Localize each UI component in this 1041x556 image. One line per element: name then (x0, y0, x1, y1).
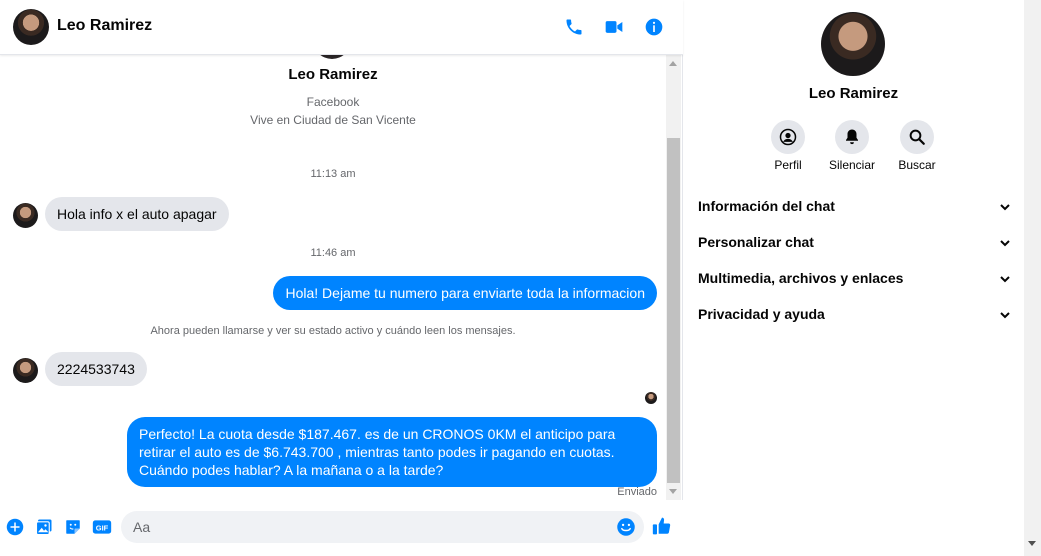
chat-header: Leo Ramirez (0, 0, 683, 55)
emoji-icon[interactable] (616, 517, 636, 537)
contact-avatar-large[interactable] (821, 12, 885, 76)
image-icon[interactable] (34, 517, 54, 537)
contact-name[interactable]: Leo Ramirez (57, 17, 152, 35)
scroll-up-arrow[interactable] (669, 61, 677, 66)
info-icon[interactable] (642, 15, 666, 39)
profile-location: Vive en Ciudad de San Vicente (250, 113, 416, 127)
section-customize-chat[interactable]: Personalizar chat (698, 230, 1011, 254)
delivery-status: Enviado (617, 486, 657, 498)
search-label: Buscar (898, 158, 936, 172)
seen-indicator-avatar (645, 392, 657, 404)
scroll-down-arrow[interactable] (1028, 541, 1036, 546)
message-outgoing[interactable]: Perfecto! La cuota desde $187.467. es de… (127, 417, 657, 487)
message-input-wrap (121, 511, 644, 543)
profile-icon[interactable] (771, 120, 805, 154)
gif-icon[interactable]: GIF (92, 517, 112, 537)
scroll-down-arrow[interactable] (669, 489, 677, 494)
message-outgoing[interactable]: Hola! Dejame tu numero para enviarte tod… (273, 276, 657, 310)
section-label: Privacidad y ayuda (698, 306, 825, 322)
conversation-info-panel: Leo Ramirez Perfil Silenciar Buscar Info… (683, 0, 1024, 556)
sticker-icon[interactable] (63, 517, 83, 537)
message-list[interactable]: Leo Ramirez Facebook Vive en Ciudad de S… (0, 55, 666, 500)
svg-text:GIF: GIF (96, 523, 109, 532)
profile-label: Perfil (774, 158, 802, 172)
section-media-files-links[interactable]: Multimedia, archivos y enlaces (698, 266, 1011, 290)
section-label: Multimedia, archivos y enlaces (698, 270, 904, 286)
like-icon[interactable] (652, 516, 672, 536)
video-icon[interactable] (602, 15, 626, 39)
mute-label: Silenciar (828, 158, 876, 172)
sender-avatar[interactable] (13, 358, 38, 383)
contact-name[interactable]: Leo Ramirez (683, 85, 1024, 102)
chevron-down-icon (999, 236, 1011, 254)
activity-notice: Ahora pueden llamarse y ver su estado ac… (150, 325, 516, 337)
mute-action[interactable]: Silenciar (822, 120, 882, 172)
add-icon[interactable] (5, 517, 25, 537)
page-scrollbar[interactable] (1024, 0, 1041, 556)
search-action[interactable]: Buscar (887, 120, 947, 172)
scroll-thumb[interactable] (667, 138, 680, 483)
profile-name: Leo Ramirez (288, 66, 378, 83)
timestamp: 11:13 am (310, 168, 356, 180)
search-icon[interactable] (900, 120, 934, 154)
profile-action[interactable]: Perfil (758, 120, 818, 172)
profile-avatar (313, 55, 351, 59)
chevron-down-icon (999, 308, 1011, 326)
phone-icon[interactable] (562, 15, 586, 39)
section-chat-info[interactable]: Información del chat (698, 194, 1011, 218)
chevron-down-icon (999, 272, 1011, 290)
sender-avatar[interactable] (13, 203, 38, 228)
message-input[interactable] (133, 518, 613, 536)
contact-avatar[interactable] (13, 9, 49, 45)
bell-icon[interactable] (835, 120, 869, 154)
section-privacy-help[interactable]: Privacidad y ayuda (698, 302, 1011, 326)
section-label: Personalizar chat (698, 234, 814, 250)
chat-pane: Leo Ramirez Leo Ramirez Facebook Vive en… (0, 0, 683, 556)
profile-source: Facebook (306, 95, 360, 109)
message-incoming[interactable]: Hola info x el auto apagar (45, 197, 229, 231)
timestamp: 11:46 am (310, 247, 356, 259)
composer: GIF (0, 500, 683, 556)
message-incoming[interactable]: 2224533743 (45, 352, 147, 386)
chevron-down-icon (999, 200, 1011, 218)
section-label: Información del chat (698, 198, 835, 214)
message-scrollbar[interactable] (666, 55, 681, 500)
